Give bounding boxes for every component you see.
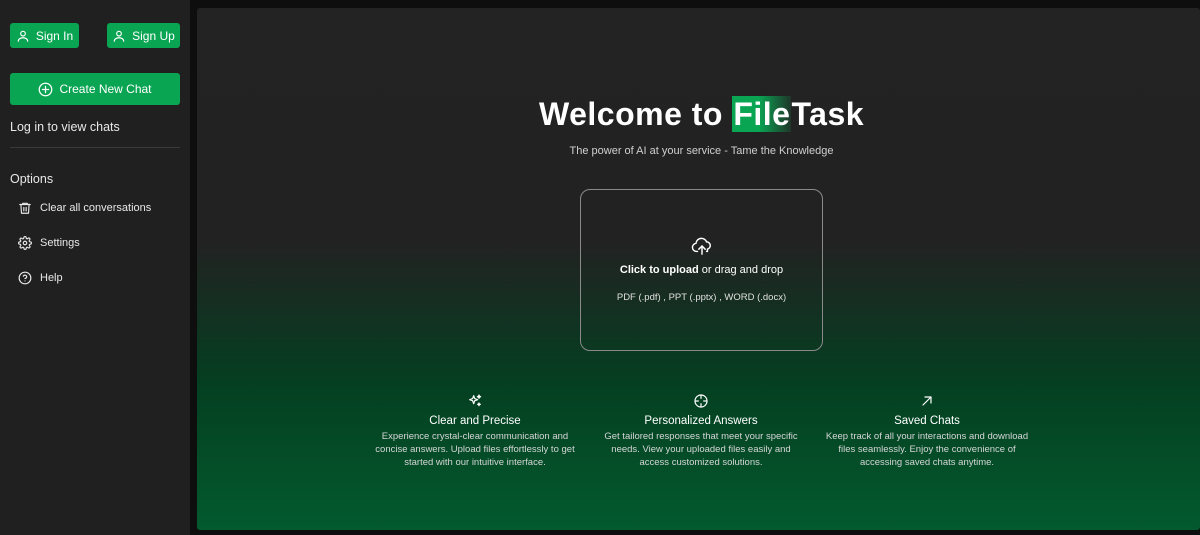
- sidebar: Sign In Sign Up Create New Chat Log in t…: [0, 0, 190, 535]
- page-title: Welcome to FileTask: [197, 96, 1200, 133]
- create-new-chat-button[interactable]: Create New Chat: [10, 73, 180, 105]
- gear-icon: [18, 236, 32, 250]
- page-subtitle: The power of AI at your service - Tame t…: [569, 145, 834, 157]
- cloud-upload-icon: [691, 237, 711, 255]
- main-panel: Welcome to FileTask The power of AI at y…: [197, 8, 1200, 530]
- sign-up-button[interactable]: Sign Up: [107, 23, 180, 48]
- title-suffix: Task: [791, 96, 865, 132]
- crosshair-icon: [694, 394, 708, 408]
- feature-title: Personalized Answers: [644, 415, 758, 427]
- settings-option[interactable]: Settings: [18, 233, 80, 253]
- feature-personalized-answers: Personalized Answers Get tailored respon…: [598, 393, 804, 469]
- feature-description: Keep track of all your interactions and …: [825, 431, 1029, 468]
- create-new-chat-label: Create New Chat: [59, 82, 152, 96]
- sign-in-button[interactable]: Sign In: [10, 23, 79, 48]
- sparkles-icon: [469, 394, 482, 407]
- click-to-upload-link[interactable]: Click to upload: [620, 264, 699, 276]
- feature-title: Clear and Precise: [429, 415, 521, 427]
- help-circle-icon: [18, 271, 32, 285]
- user-icon: [113, 30, 125, 42]
- sidebar-divider: [10, 147, 180, 148]
- arrow-up-right-icon: [922, 396, 932, 406]
- drag-drop-text: or drag and drop: [698, 264, 784, 276]
- user-icon: [17, 30, 29, 42]
- app-window: Sign In Sign Up Create New Chat Log in t…: [0, 0, 1200, 535]
- feature-clear-precise: Clear and Precise Experience crystal-cle…: [372, 393, 578, 469]
- feature-description: Get tailored responses that meet your sp…: [604, 431, 798, 468]
- feature-title: Saved Chats: [894, 415, 960, 427]
- clear-conversations-option[interactable]: Clear all conversations: [18, 198, 151, 218]
- sign-up-label: Sign Up: [132, 28, 175, 43]
- sign-in-label: Sign In: [35, 28, 74, 43]
- help-option[interactable]: Help: [18, 268, 63, 288]
- upload-file-types: PDF (.pdf) , PPT (.pptx) , WORD (.docx): [616, 292, 787, 303]
- settings-label: Settings: [40, 237, 80, 249]
- help-label: Help: [40, 272, 63, 284]
- trash-icon: [19, 202, 31, 214]
- title-highlight: File: [732, 96, 792, 132]
- upload-instructions: Click to upload or drag and drop: [581, 264, 822, 276]
- plus-circle-icon: [39, 82, 53, 96]
- feature-description: Experience crystal-clear communication a…: [375, 431, 575, 468]
- title-prefix: Welcome to: [538, 96, 733, 132]
- feature-saved-chats: Saved Chats Keep track of all your inter…: [824, 393, 1030, 469]
- login-note: Log in to view chats: [10, 120, 120, 134]
- options-title: Options: [10, 172, 54, 186]
- clear-conversations-label: Clear all conversations: [40, 202, 152, 214]
- file-upload-dropzone[interactable]: Click to upload or drag and drop PDF (.p…: [580, 189, 823, 351]
